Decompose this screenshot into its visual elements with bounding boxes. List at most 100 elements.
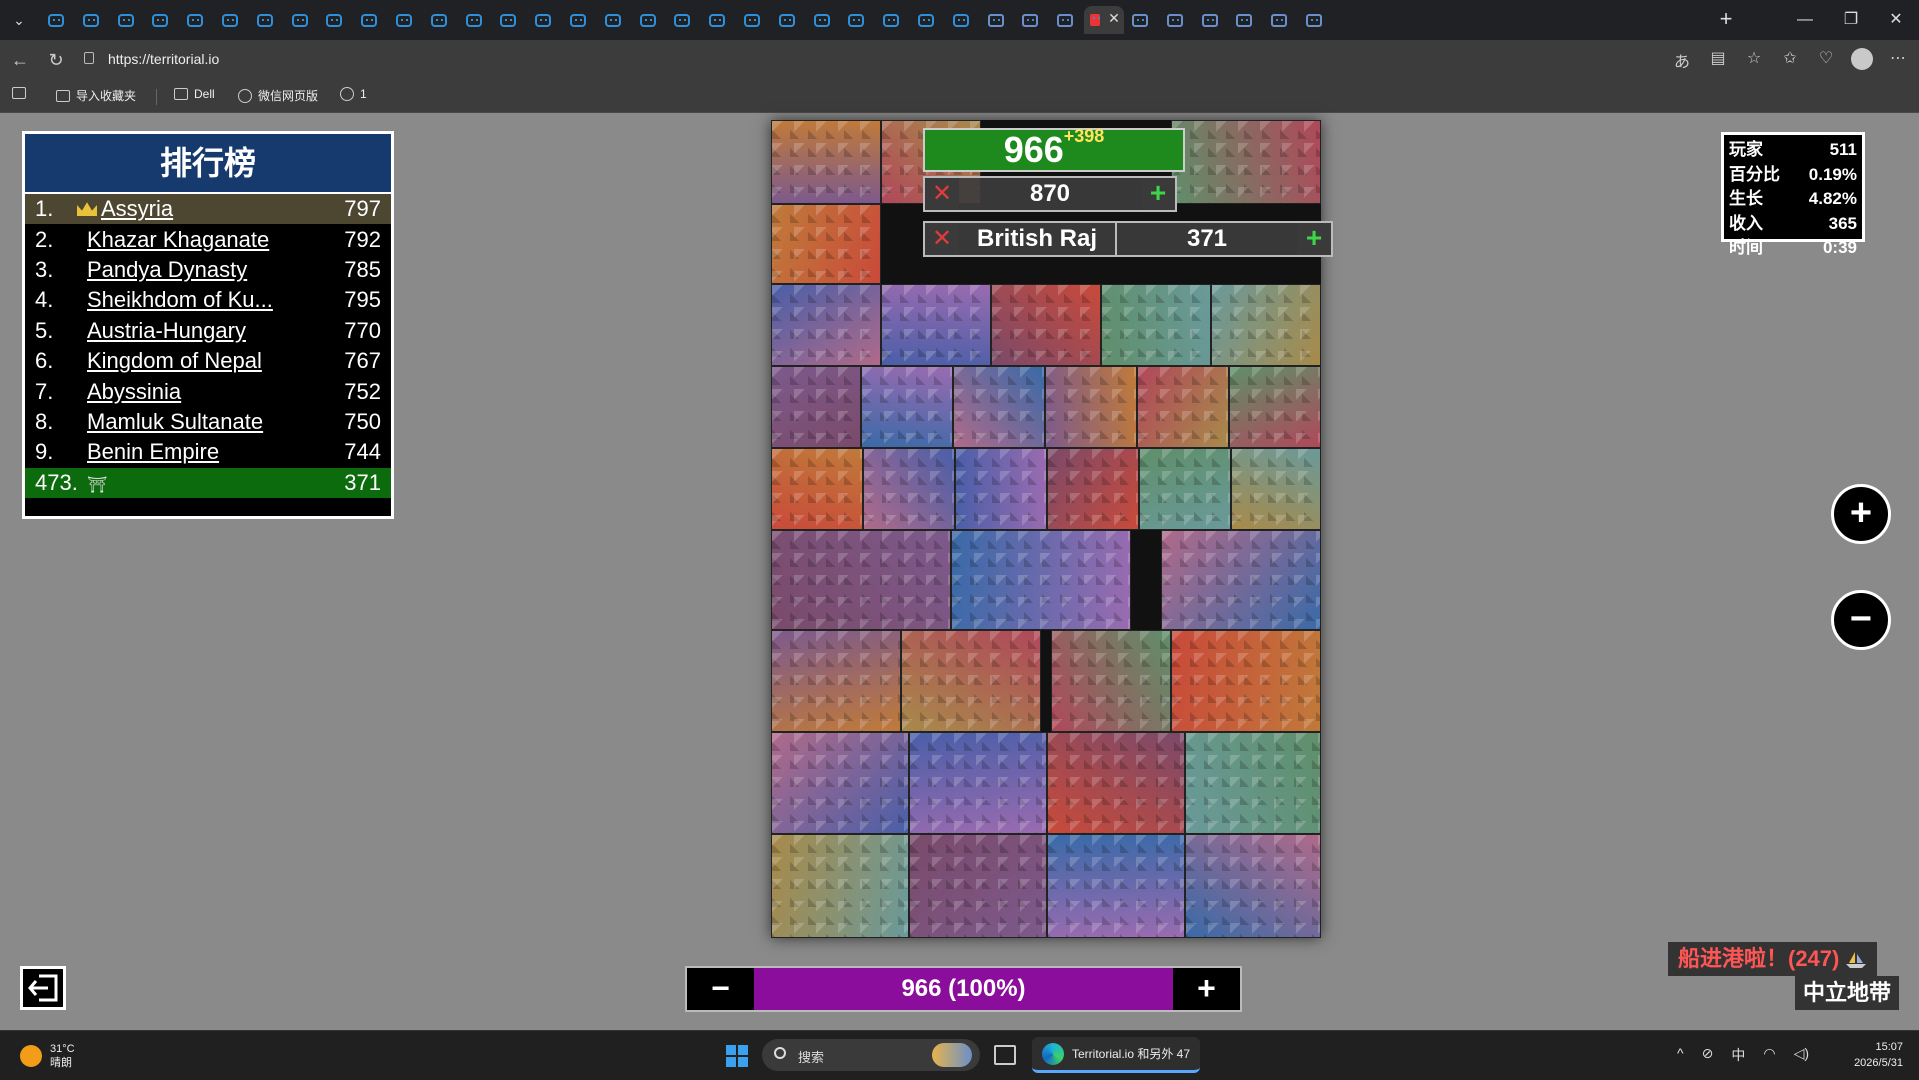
restore-icon[interactable]: ❐: [1828, 0, 1874, 40]
map-territory-tile[interactable]: [1171, 630, 1321, 732]
leaderboard-player-link[interactable]: Sheikhdom of Ku...: [87, 287, 321, 313]
map-territory-tile[interactable]: [881, 284, 991, 366]
browser-tab[interactable]: [1298, 6, 1333, 34]
more-menu-icon[interactable]: ⋯: [1887, 48, 1909, 75]
browser-tab[interactable]: [1014, 6, 1049, 34]
browser-tab[interactable]: [1194, 6, 1229, 34]
map-territory-tile[interactable]: [771, 284, 881, 366]
map-territory-tile[interactable]: [1185, 834, 1321, 938]
minimize-icon[interactable]: —: [1782, 0, 1828, 40]
translate-icon[interactable]: あ: [1671, 48, 1693, 75]
favorite-star-icon[interactable]: ☆: [1743, 48, 1765, 75]
map-territory-tile[interactable]: [953, 366, 1045, 448]
troop-value[interactable]: 966 (100%): [754, 968, 1173, 1010]
browser-tab[interactable]: [1159, 6, 1194, 34]
browser-tab[interactable]: [1228, 6, 1263, 34]
add-target-button[interactable]: +: [1141, 178, 1175, 210]
leaderboard-player-link[interactable]: Pandya Dynasty: [87, 257, 321, 283]
bookmark-wechat[interactable]: 微信网页版: [238, 87, 318, 104]
browser-tab[interactable]: [318, 6, 353, 34]
favorites-icon[interactable]: ✩: [1779, 48, 1801, 75]
bookmark-import[interactable]: 导入收藏夹: [56, 87, 136, 104]
leaderboard-player-link[interactable]: Khazar Khaganate: [87, 227, 321, 253]
reader-icon[interactable]: ▤: [1707, 48, 1729, 75]
browser-tab[interactable]: [144, 6, 179, 34]
bookmark-dell[interactable]: Dell: [174, 87, 215, 101]
weather-widget[interactable]: 31°C 晴朗: [20, 1042, 75, 1070]
clock[interactable]: 15:07 2026/5/31: [1854, 1039, 1903, 1071]
health-icon[interactable]: ♡: [1815, 48, 1837, 75]
tab-list-chevron-icon[interactable]: ⌄: [6, 8, 32, 32]
task-view-icon[interactable]: [994, 1045, 1016, 1065]
network-off-icon[interactable]: ⊘: [1702, 1045, 1714, 1065]
ime-indicator[interactable]: 中: [1731, 1045, 1745, 1065]
sidebar-toggle-icon[interactable]: [12, 87, 26, 99]
map-territory-tile[interactable]: [1047, 448, 1139, 530]
close-window-icon[interactable]: ✕: [1873, 0, 1919, 40]
map-territory-tile[interactable]: [1045, 366, 1137, 448]
attack-more-button[interactable]: +: [1297, 223, 1331, 255]
browser-tab[interactable]: [980, 6, 1015, 34]
map-territory-tile[interactable]: [771, 120, 881, 204]
tray-chevron-icon[interactable]: ^: [1677, 1045, 1684, 1065]
browser-tab[interactable]: [875, 6, 910, 34]
cancel-attack-button[interactable]: ✕: [925, 223, 959, 255]
map-territory-tile[interactable]: [1047, 834, 1185, 938]
browser-tab[interactable]: [110, 6, 145, 34]
reload-icon[interactable]: ↻: [44, 48, 68, 72]
browser-tab[interactable]: [840, 6, 875, 34]
browser-tab[interactable]: [562, 6, 597, 34]
map-territory-tile[interactable]: [909, 732, 1047, 834]
leaderboard-player-link[interactable]: Benin Empire: [87, 439, 321, 465]
browser-tab[interactable]: [1049, 6, 1084, 34]
browser-tab[interactable]: [736, 6, 771, 34]
browser-tab[interactable]: [666, 6, 701, 34]
browser-tab[interactable]: [75, 6, 110, 34]
troop-decrease-button[interactable]: −: [687, 968, 754, 1010]
browser-tab[interactable]: [284, 6, 319, 34]
map-territory-tile[interactable]: [955, 448, 1047, 530]
troop-increase-button[interactable]: +: [1173, 968, 1240, 1010]
leaderboard-player-link[interactable]: Austria-Hungary: [87, 318, 321, 344]
cancel-target-button[interactable]: ✕: [925, 178, 959, 210]
browser-tab[interactable]: [771, 6, 806, 34]
map-territory-tile[interactable]: [901, 630, 1041, 732]
start-button[interactable]: [726, 1045, 748, 1067]
browser-tab[interactable]: [1263, 6, 1298, 34]
map-territory-tile[interactable]: [909, 834, 1047, 938]
browser-tab[interactable]: [458, 6, 493, 34]
map-territory-tile[interactable]: [1101, 284, 1211, 366]
wifi-icon[interactable]: ◠: [1763, 1045, 1775, 1065]
url-field[interactable]: https://territorial.io: [76, 45, 1556, 75]
taskbar-edge-app[interactable]: Territorial.io 和另外 47: [1032, 1037, 1201, 1073]
map-territory-tile[interactable]: [991, 284, 1101, 366]
profile-avatar[interactable]: [1851, 48, 1873, 75]
volume-icon[interactable]: ◁): [1794, 1045, 1809, 1065]
map-territory-tile[interactable]: [1211, 284, 1321, 366]
browser-tab[interactable]: [1124, 6, 1159, 34]
map-territory-tile[interactable]: [1051, 630, 1171, 732]
map-territory-tile[interactable]: [1047, 732, 1185, 834]
map-territory-tile[interactable]: [771, 630, 901, 732]
browser-tab[interactable]: [806, 6, 841, 34]
browser-tab[interactable]: [945, 6, 980, 34]
zoom-in-button[interactable]: +: [1831, 484, 1891, 544]
tab-close-icon[interactable]: ✕: [1108, 10, 1120, 27]
map-territory-tile[interactable]: [771, 204, 881, 284]
browser-tab[interactable]: [353, 6, 388, 34]
map-territory-tile[interactable]: [1137, 366, 1229, 448]
taskbar-search[interactable]: 搜索: [762, 1039, 980, 1071]
back-icon[interactable]: ←: [8, 48, 32, 72]
map-territory-tile[interactable]: [1161, 530, 1321, 630]
map-territory-tile[interactable]: [951, 530, 1131, 630]
map-territory-tile[interactable]: [863, 448, 955, 530]
active-browser-tab[interactable]: ✕: [1083, 6, 1124, 34]
map-territory-tile[interactable]: [1231, 448, 1321, 530]
leaderboard-player-link[interactable]: Mamluk Sultanate: [87, 409, 321, 435]
browser-tab[interactable]: [910, 6, 945, 34]
zoom-out-button[interactable]: −: [1831, 590, 1891, 650]
leaderboard-player-link[interactable]: Kingdom of Nepal: [87, 348, 321, 374]
new-tab-button[interactable]: +: [1712, 6, 1740, 34]
browser-tab[interactable]: [214, 6, 249, 34]
browser-tab[interactable]: [388, 6, 423, 34]
